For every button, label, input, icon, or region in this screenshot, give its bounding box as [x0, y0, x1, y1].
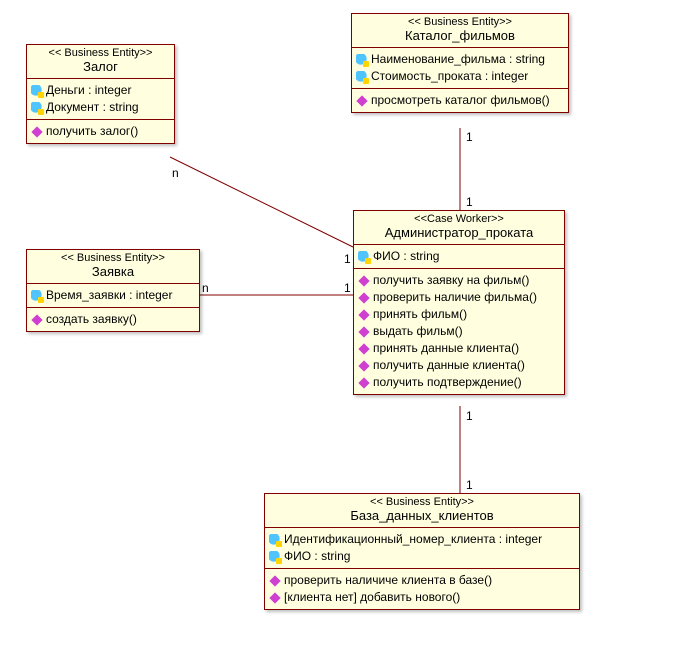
attribute-row: Идентификационный_номер_клиента : intege… [269, 531, 575, 548]
attribute-icon [31, 102, 43, 114]
operation-row: получить подтверждение() [358, 374, 560, 391]
mult-katalog-1: 1 [466, 130, 473, 144]
attributes-section: Наименование_фильма : string Стоимость_п… [352, 48, 568, 89]
class-zayavka[interactable]: << Business Entity>> Заявка Время_заявки… [26, 249, 200, 332]
attribute-row: Деньги : integer [31, 82, 170, 99]
stereotype-label: << Business Entity>> [271, 496, 573, 508]
attribute-icon [356, 54, 368, 66]
operation-icon [358, 326, 369, 337]
attribute-label: ФИО : string [373, 249, 439, 264]
operation-row: [клиента нет] добавить нового() [269, 589, 575, 606]
class-katalog[interactable]: << Business Entity>> Каталог_фильмов Наи… [351, 13, 569, 113]
stereotype-label: << Business Entity>> [33, 47, 168, 59]
attributes-section: Время_заявки : integer [27, 284, 199, 308]
operation-icon [358, 309, 369, 320]
attribute-label: Документ : string [46, 100, 139, 115]
attributes-section: Идентификационный_номер_клиента : intege… [265, 528, 579, 569]
operation-label: получить заявку на фильм() [373, 273, 529, 288]
operations-section: создать заявку() [27, 308, 199, 331]
operation-label: выдать фильм() [373, 324, 463, 339]
class-baza[interactable]: << Business Entity>> База_данных_клиенто… [264, 493, 580, 610]
operation-icon [358, 343, 369, 354]
attribute-row: Стоимость_проката : integer [356, 68, 564, 85]
operations-section: проверить наличиче клиента в базе() [кли… [265, 569, 579, 609]
operation-icon [358, 275, 369, 286]
operation-icon [358, 377, 369, 388]
operation-label: получить данные клиента() [373, 358, 525, 373]
mult-baza-1: 1 [466, 478, 473, 492]
class-name: Администратор_проката [360, 225, 558, 240]
operation-icon [31, 314, 42, 325]
operation-label: проверить наличие фильма() [373, 290, 537, 305]
operation-label: просмотреть каталог фильмов() [371, 93, 550, 108]
attribute-row: Документ : string [31, 99, 170, 116]
attribute-label: ФИО : string [284, 549, 350, 564]
operation-label: проверить наличиче клиента в базе() [284, 573, 492, 588]
attribute-icon [269, 551, 281, 563]
class-name: Залог [33, 59, 168, 74]
attribute-icon [269, 534, 281, 546]
operations-section: получить залог() [27, 120, 174, 143]
mult-admin-from-zayavka-1: 1 [344, 281, 351, 295]
mult-admin-from-katalog-1: 1 [466, 195, 473, 209]
attribute-row: Наименование_фильма : string [356, 51, 564, 68]
operation-row: проверить наличиче клиента в базе() [269, 572, 575, 589]
operation-label: получить залог() [46, 124, 138, 139]
operation-label: принять фильм() [373, 307, 467, 322]
operation-row: создать заявку() [31, 311, 195, 328]
operation-row: принять фильм() [358, 306, 560, 323]
attribute-row: Время_заявки : integer [31, 287, 195, 304]
operation-row: проверить наличие фильма() [358, 289, 560, 306]
operation-icon [358, 360, 369, 371]
class-zalog[interactable]: << Business Entity>> Залог Деньги : inte… [26, 44, 175, 144]
class-name: Заявка [33, 264, 193, 279]
attribute-label: Идентификационный_номер_клиента : intege… [284, 532, 542, 547]
attribute-icon [358, 251, 370, 263]
class-name: Каталог_фильмов [358, 28, 562, 43]
operation-row: получить заявку на фильм() [358, 272, 560, 289]
mult-zalog-n: n [172, 166, 179, 180]
operation-row: получить залог() [31, 123, 170, 140]
class-name: База_данных_клиентов [271, 508, 573, 523]
attribute-icon [31, 85, 43, 97]
operation-icon [269, 575, 280, 586]
operation-row: принять данные клиента() [358, 340, 560, 357]
stereotype-label: <<Case Worker>> [360, 213, 558, 225]
class-admin[interactable]: <<Case Worker>> Администратор_проката ФИ… [353, 210, 565, 395]
attributes-section: Деньги : integer Документ : string [27, 79, 174, 120]
operation-label: [клиента нет] добавить нового() [284, 590, 460, 605]
operation-row: выдать фильм() [358, 323, 560, 340]
operation-label: принять данные клиента() [373, 341, 519, 356]
attribute-label: Время_заявки : integer [46, 288, 172, 303]
attribute-icon [356, 71, 368, 83]
attribute-label: Наименование_фильма : string [371, 52, 545, 67]
attribute-label: Деньги : integer [46, 83, 131, 98]
operation-label: получить подтверждение() [373, 375, 522, 390]
attribute-row: ФИО : string [269, 548, 575, 565]
attribute-icon [31, 290, 43, 302]
operations-section: просмотреть каталог фильмов() [352, 89, 568, 112]
operation-icon [31, 126, 42, 137]
operation-row: получить данные клиента() [358, 357, 560, 374]
stereotype-label: << Business Entity>> [33, 252, 193, 264]
operation-icon [269, 592, 280, 603]
attribute-label: Стоимость_проката : integer [371, 69, 528, 84]
operation-label: создать заявку() [46, 312, 137, 327]
stereotype-label: << Business Entity>> [358, 16, 562, 28]
operation-icon [358, 292, 369, 303]
mult-admin-to-baza-1: 1 [466, 409, 473, 423]
attribute-row: ФИО : string [358, 248, 560, 265]
operation-icon [356, 95, 367, 106]
operations-section: получить заявку на фильм() проверить нал… [354, 269, 564, 394]
mult-zayavka-n: n [202, 281, 209, 295]
operation-row: просмотреть каталог фильмов() [356, 92, 564, 109]
attributes-section: ФИО : string [354, 245, 564, 269]
mult-admin-from-zalog-1: 1 [344, 252, 351, 266]
